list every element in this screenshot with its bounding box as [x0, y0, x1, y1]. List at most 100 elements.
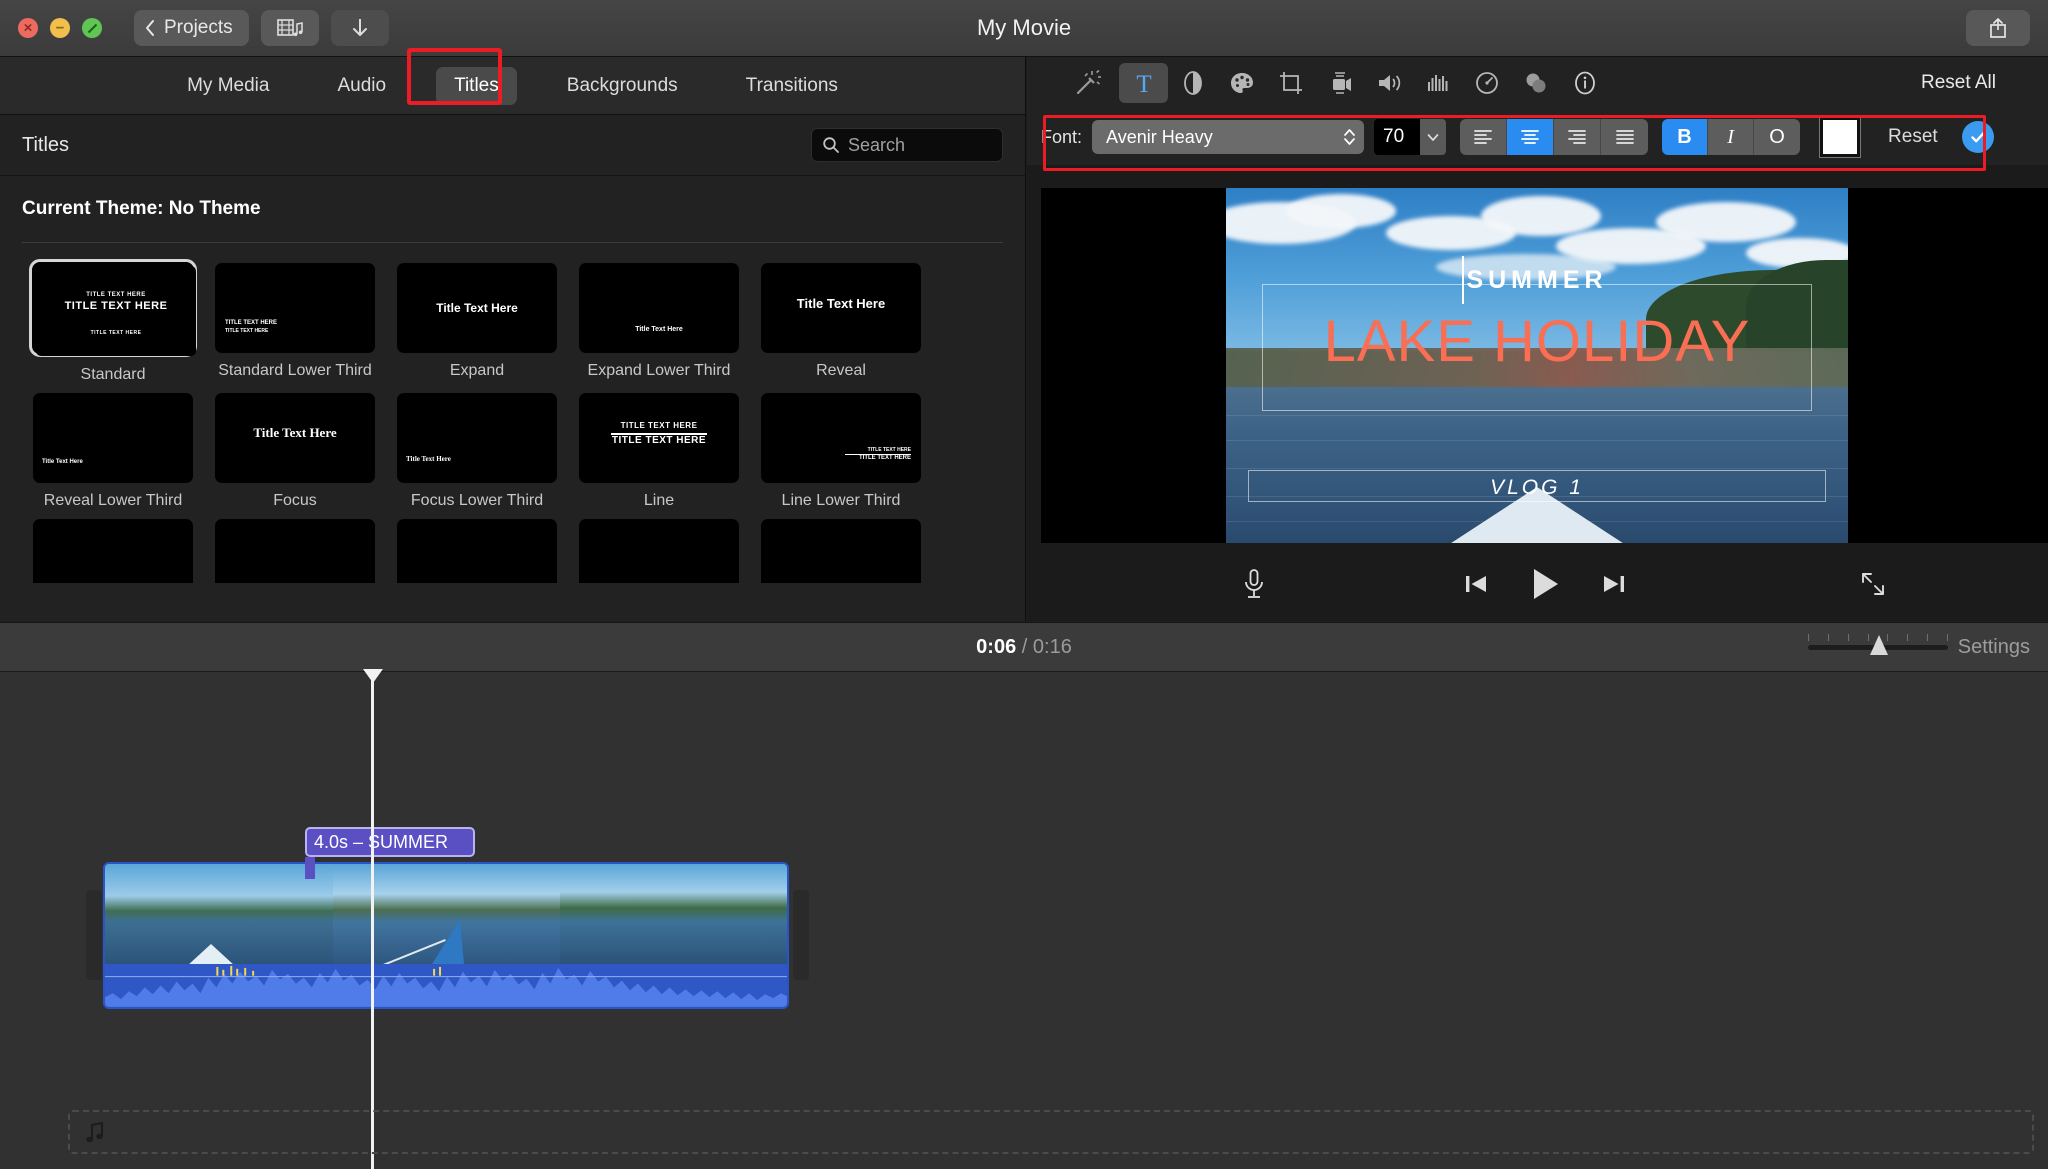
maximize-button[interactable]	[82, 18, 102, 38]
tab-backgrounds[interactable]: Backgrounds	[549, 67, 696, 105]
waveform	[105, 964, 787, 1007]
title-item-reveal[interactable]: Title Text Here Reveal	[750, 263, 932, 385]
timeline-zoom-slider[interactable]	[1808, 633, 1948, 655]
info-icon	[1574, 71, 1595, 95]
zoom-track[interactable]	[1808, 633, 1948, 655]
transport-controls	[1041, 566, 2048, 602]
video-frame[interactable]: SUMMER LAKE HOLIDAY VLOG 1	[1226, 188, 1848, 543]
auto-enhance-button[interactable]	[1055, 68, 1119, 98]
color-correction-button[interactable]	[1217, 63, 1266, 103]
title-item-reveal-lower-third[interactable]: Title Text Here Reveal Lower Third	[22, 393, 204, 511]
bold-button[interactable]: B	[1662, 119, 1709, 155]
title-item-expand[interactable]: Title Text Here Expand	[386, 263, 568, 385]
title-item-standard[interactable]: TITLE TEXT HERE TITLE TEXT HERE TITLE TE…	[22, 259, 204, 385]
clip-filter-button[interactable]	[1511, 63, 1560, 103]
overlay-subtitle-text[interactable]: VLOG 1	[1226, 476, 1848, 500]
title-item-focus[interactable]: Title Text Here Focus	[204, 393, 386, 511]
chevron-updown-icon	[1343, 127, 1356, 147]
chevron-left-icon	[146, 20, 154, 36]
align-right-button[interactable]	[1554, 119, 1602, 155]
imovie-window: × − Projects My Movie My Media Audio Tit…	[0, 0, 2048, 1169]
title-item-row3-4[interactable]	[568, 519, 750, 583]
play-icon	[1533, 569, 1558, 599]
outline-button[interactable]: O	[1754, 119, 1801, 155]
title-item-line-lower-third[interactable]: TITLE TEXT HERE TITLE TEXT HERE Line Low…	[750, 393, 932, 511]
title-tool-button[interactable]: T	[1119, 63, 1168, 103]
zoom-knob[interactable]	[1870, 634, 1888, 655]
crop-button[interactable]	[1266, 63, 1315, 103]
title-item-focus-lower-third[interactable]: Title Text Here Focus Lower Third	[386, 393, 568, 511]
tab-my-media[interactable]: My Media	[169, 67, 287, 105]
font-size-dropdown-button[interactable]	[1420, 119, 1447, 155]
font-family-select[interactable]: Avenir Heavy	[1092, 120, 1365, 154]
timeline-settings-button[interactable]: Settings	[1958, 636, 2030, 659]
play-button[interactable]	[1528, 566, 1562, 602]
search-input[interactable]: Search	[811, 128, 1003, 162]
overlay-title-text[interactable]: SUMMER	[1226, 266, 1848, 295]
playhead[interactable]	[371, 670, 374, 1169]
tab-audio[interactable]: Audio	[319, 67, 404, 105]
video-clip[interactable]	[103, 862, 789, 1009]
title-item-label: Line Lower Third	[781, 492, 901, 509]
color-balance-button[interactable]	[1168, 63, 1217, 103]
text-style-group: B I O	[1662, 119, 1801, 155]
close-button[interactable]: ×	[18, 18, 38, 38]
music-dropzone[interactable]	[68, 1110, 2034, 1154]
title-item-row3-3[interactable]: TITLE TEXT HERE	[386, 519, 568, 583]
back-to-projects-button[interactable]: Projects	[134, 10, 249, 46]
download-arrow-icon	[352, 19, 367, 36]
title-item-standard-lower-third[interactable]: TITLE TEXT HERE TITLE TEXT HERE Standard…	[204, 263, 386, 385]
align-justify-button[interactable]	[1601, 119, 1649, 155]
title-item-row3-2[interactable]	[204, 519, 386, 583]
overlay-main-text[interactable]: LAKE HOLIDAY	[1226, 308, 1848, 375]
share-button[interactable]	[1966, 10, 2030, 46]
timeline-area[interactable]: 4.0s – SUMMER	[0, 669, 2048, 1169]
fullscreen-icon	[1862, 573, 1884, 595]
stabilization-button[interactable]	[1315, 63, 1364, 103]
skip-forward-icon	[1603, 576, 1624, 592]
svg-text:T: T	[1136, 71, 1151, 97]
title-item-row3-1[interactable]: TITLE TEXT	[22, 519, 204, 583]
title-clip[interactable]: 4.0s – SUMMER	[305, 827, 475, 857]
current-theme-row: Current Theme: No Theme	[0, 176, 1025, 220]
clip-filter-icon	[1526, 73, 1545, 93]
speed-button[interactable]	[1462, 63, 1511, 103]
current-time: 0:06	[976, 635, 1017, 658]
info-button[interactable]	[1560, 63, 1609, 103]
stabilization-icon	[1332, 72, 1351, 94]
noise-reduction-button[interactable]	[1413, 63, 1462, 103]
title-item-expand-lower-third[interactable]: Title Text Here Expand Lower Third	[568, 263, 750, 385]
media-browser-button[interactable]	[260, 10, 319, 46]
tab-transitions[interactable]: Transitions	[728, 67, 856, 105]
magic-wand-icon	[1076, 69, 1101, 95]
next-clip-button[interactable]	[1600, 570, 1628, 598]
previous-clip-button[interactable]	[1462, 570, 1490, 598]
reset-button[interactable]: Reset	[1888, 126, 1938, 148]
font-family-value: Avenir Heavy	[1106, 126, 1213, 147]
font-size-value[interactable]: 70	[1374, 119, 1421, 155]
text-color-swatch[interactable]	[1819, 116, 1862, 158]
volume-button[interactable]	[1364, 63, 1413, 103]
confirm-button[interactable]	[1961, 121, 1994, 153]
title-item-label: Reveal Lower Third	[43, 492, 183, 509]
title-item-line[interactable]: TITLE TEXT HERE TITLE TEXT HERE Line	[568, 393, 750, 511]
align-left-button[interactable]	[1460, 119, 1508, 155]
search-icon	[823, 137, 839, 153]
clip-trim-handle-left[interactable]	[86, 890, 102, 980]
font-size-field[interactable]: 70	[1374, 119, 1447, 155]
align-center-button[interactable]	[1507, 119, 1555, 155]
current-theme-label: Current Theme: No Theme	[22, 198, 261, 219]
title-thumbnail: Title Text Here	[761, 263, 921, 353]
italic-button[interactable]: I	[1708, 119, 1755, 155]
noise-reduction-icon	[1427, 75, 1447, 91]
minimize-button[interactable]: −	[50, 18, 70, 38]
timecode-display: 0:06 / 0:16	[0, 636, 2048, 659]
fullscreen-button[interactable]	[1858, 569, 1888, 599]
share-icon	[1990, 18, 2006, 38]
title-item-row3-5[interactable]	[750, 519, 932, 583]
font-controls-bar: Font: Avenir Heavy 70 B I O Reset	[1027, 109, 2048, 165]
import-media-button[interactable]	[330, 10, 389, 46]
clip-trim-handle-right[interactable]	[793, 890, 809, 980]
reset-all-button[interactable]: Reset All	[1921, 72, 1996, 94]
tab-titles[interactable]: Titles	[436, 66, 517, 105]
